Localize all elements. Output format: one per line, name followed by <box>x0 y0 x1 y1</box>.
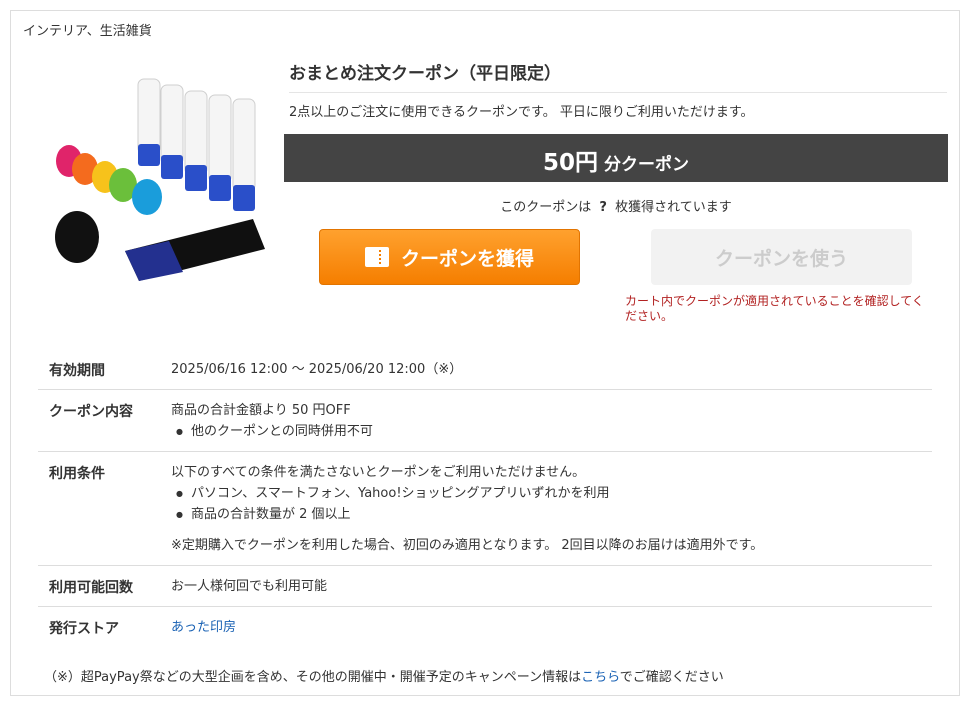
list-item: パソコン、スマートフォン、Yahoo!ショッピングアプリいずれかを利用 <box>171 483 932 504</box>
usage-value: お一人様何回でも利用可能 <box>171 579 328 594</box>
list-item: 商品の合計数量が 2 個以上 <box>171 504 932 525</box>
discount-band: 50円 分クーポン <box>284 134 948 182</box>
campaign-info-link[interactable]: こちら <box>581 670 620 685</box>
content-bullets: 他のクーポンとの同時併用不可 <box>171 421 932 442</box>
content-value-block: 商品の合計金額より 50 円OFF 他のクーポンとの同時併用不可 <box>171 400 932 442</box>
category-label: インテリア、生活雑貨 <box>23 24 152 39</box>
get-coupon-button[interactable]: クーポンを獲得 <box>319 229 580 285</box>
list-item: 他のクーポンとの同時併用不可 <box>171 421 932 442</box>
conditions-bullets: パソコン、スマートフォン、Yahoo!ショッピングアプリいずれかを利用 商品の合… <box>171 483 932 525</box>
black-stamp <box>125 219 265 281</box>
conditions-intro: 以下のすべての条件を満たさないとクーポンをご利用いただけません。 <box>171 465 586 480</box>
detail-row-period: 有効期間 2025/06/16 12:00 〜 2025/06/20 12:00… <box>38 349 932 390</box>
acquired-suffix: 枚獲得されています <box>615 200 732 215</box>
footer-text-before: （※）超PayPay祭などの大型企画を含め、その他の開催中・開催予定のキャンペー… <box>44 670 582 685</box>
store-link[interactable]: あった印房 <box>171 620 236 635</box>
ticket-icon <box>364 247 389 267</box>
store-label: 発行ストア <box>49 621 119 637</box>
footer-text-after: でご確認ください <box>619 670 724 685</box>
detail-row-content: クーポン内容 商品の合計金額より 50 円OFF 他のクーポンとの同時併用不可 <box>38 390 932 452</box>
cart-note: カート内でクーポンが適用されていることを確認してください。 <box>625 294 924 323</box>
acquired-count: ? <box>599 200 607 215</box>
use-coupon-button: クーポンを使う <box>651 229 912 285</box>
detail-row-conditions: 利用条件 以下のすべての条件を満たさないとクーポンをご利用いただけません。 パソ… <box>38 452 932 566</box>
conditions-value-block: 以下のすべての条件を満たさないとクーポンをご利用いただけません。 パソコン、スマ… <box>171 462 932 556</box>
detail-row-store: 発行ストア あった印房 <box>38 607 932 647</box>
get-coupon-label: クーポンを獲得 <box>400 247 534 270</box>
use-coupon-label: クーポンを使う <box>714 247 848 270</box>
detail-row-usage: 利用可能回数 お一人様何回でも利用可能 <box>38 566 932 607</box>
content-value: 商品の合計金額より 50 円OFF <box>171 403 351 418</box>
acquired-count-text: このクーポンは ? 枚獲得されています <box>284 196 948 215</box>
conditions-label: 利用条件 <box>49 466 105 482</box>
footer-note: （※）超PayPay祭などの大型企画を含め、その他の開催中・開催予定のキャンペー… <box>44 666 724 685</box>
discount-suffix: 分クーポン <box>604 155 689 175</box>
acquired-prefix: このクーポンは <box>500 200 592 215</box>
coupon-description: 2点以上のご注文に使用できるクーポンです。 平日に限りご利用いただけます。 <box>289 105 754 120</box>
coupon-title: おまとめ注文クーポン（平日限定） <box>289 59 947 93</box>
content-label: クーポン内容 <box>49 404 133 420</box>
product-image <box>55 78 265 281</box>
conditions-note: ※定期購入でクーポンを利用した場合、初回のみ適用となります。 2回目以降のお届け… <box>171 538 764 553</box>
store-value-block: あった印房 <box>171 617 932 638</box>
period-value: 2025/06/16 12:00 〜 2025/06/20 12:00（※） <box>171 362 463 377</box>
discount-amount: 50円 <box>542 150 598 176</box>
period-label: 有効期間 <box>49 363 105 379</box>
coupon-card: インテリア、生活雑貨 おまとめ注文クーポン（平日限定） 2点以上のご注文に使用で… <box>10 10 960 696</box>
usage-label: 利用可能回数 <box>49 580 133 596</box>
coupon-details-table: 有効期間 2025/06/16 12:00 〜 2025/06/20 12:00… <box>38 349 932 647</box>
